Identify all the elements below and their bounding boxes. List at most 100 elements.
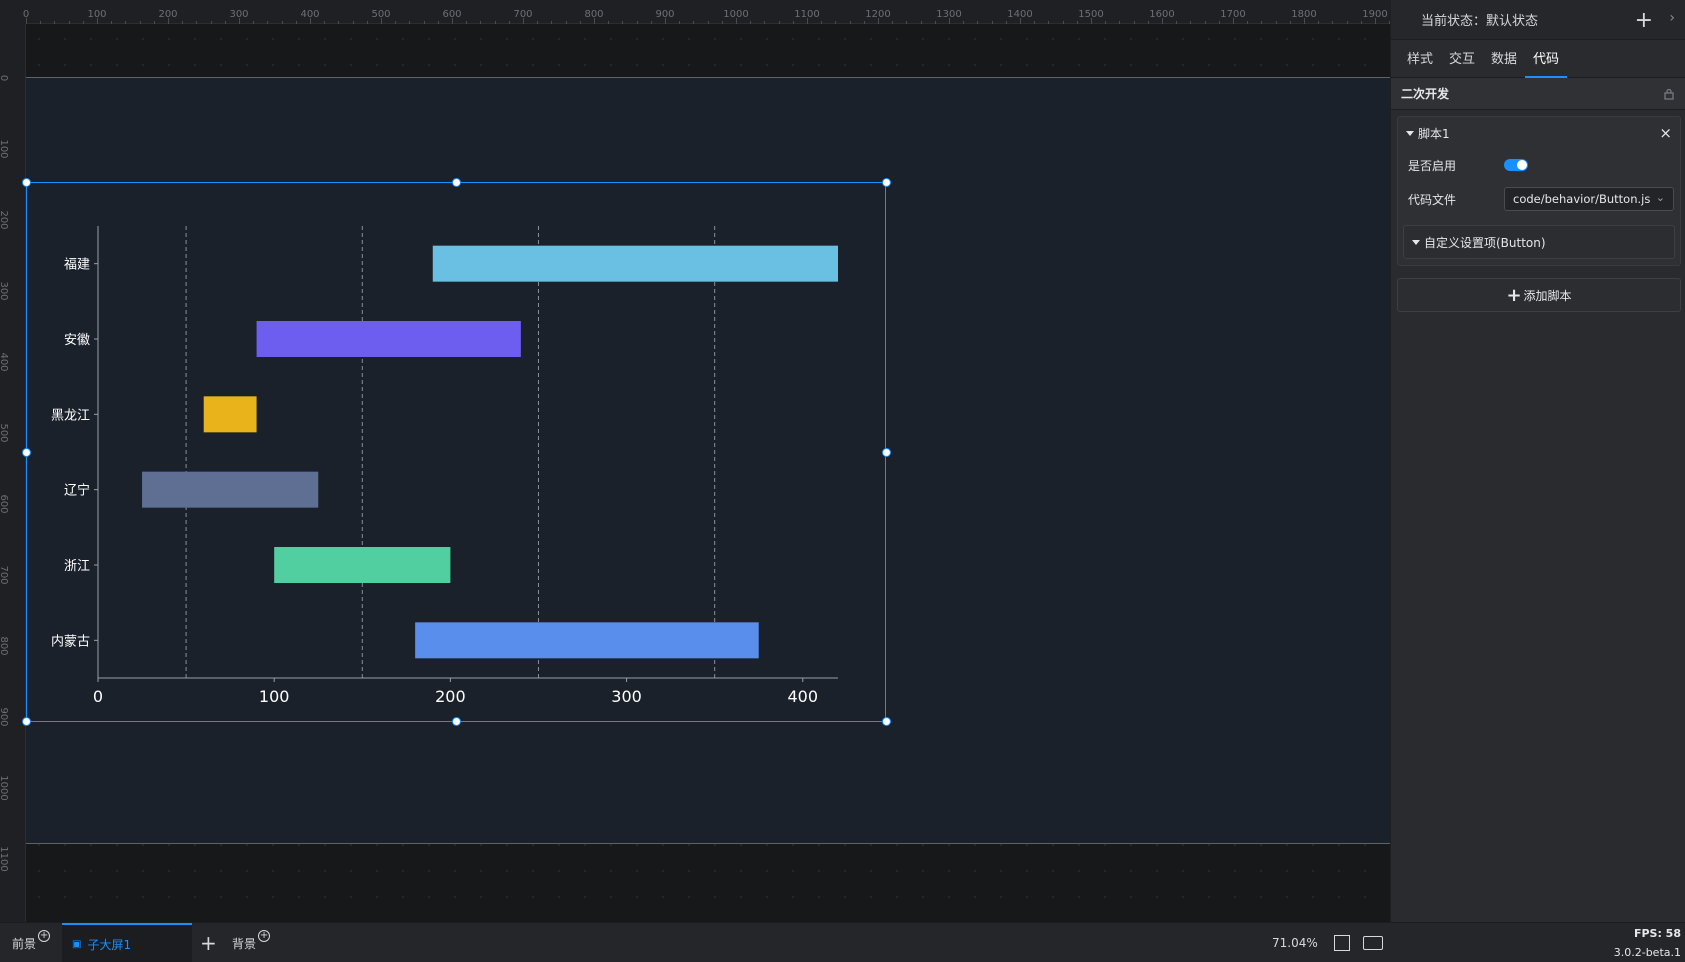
ruler-tick bbox=[764, 21, 766, 24]
ruler-tick bbox=[949, 18, 950, 24]
ruler-tick bbox=[565, 21, 567, 24]
ruler-tick bbox=[1133, 21, 1135, 24]
lock-icon[interactable] bbox=[1663, 88, 1675, 100]
add-circle-icon[interactable]: + bbox=[258, 930, 271, 942]
chevron-right-icon[interactable]: › bbox=[1669, 10, 1675, 26]
ruler-tick bbox=[920, 21, 922, 24]
ruler-tick bbox=[196, 21, 198, 24]
tab-code[interactable]: 代码 bbox=[1525, 48, 1568, 78]
ruler-tick bbox=[239, 18, 240, 24]
ruler-tick bbox=[381, 18, 382, 24]
ruler-tick bbox=[849, 21, 851, 24]
add-state-icon[interactable]: + bbox=[1635, 8, 1653, 33]
resize-handle-right[interactable] bbox=[882, 448, 891, 457]
ruler-tick bbox=[736, 18, 737, 24]
ruler-tick bbox=[395, 21, 397, 24]
ruler-tick bbox=[665, 18, 666, 24]
tab-foreground[interactable]: 前景 + bbox=[12, 923, 51, 962]
ruler-tick bbox=[878, 18, 879, 24]
ruler-tick bbox=[97, 18, 98, 24]
custom-settings-collapse[interactable]: 自定义设置项(Button) bbox=[1403, 225, 1675, 259]
tab-sub-screen[interactable]: ▣ 子大屏1 bbox=[62, 923, 192, 962]
state-label: 当前状态：默认状态 bbox=[1421, 14, 1539, 29]
ruler-tick bbox=[210, 21, 212, 24]
resize-handle-top[interactable] bbox=[452, 178, 461, 187]
add-circle-icon[interactable]: + bbox=[38, 930, 51, 942]
add-script-label: 添加脚本 bbox=[1523, 288, 1572, 303]
ruler-left-label: 200 bbox=[0, 210, 9, 230]
custom-settings-label: 自定义设置项(Button) bbox=[1424, 235, 1546, 250]
collapse-triangle-icon[interactable] bbox=[1406, 130, 1414, 136]
resize-handle-top-right[interactable] bbox=[882, 178, 891, 187]
ruler-tick bbox=[579, 21, 581, 24]
ruler-tick bbox=[466, 21, 468, 24]
ruler-tick bbox=[977, 21, 979, 24]
ruler-tick bbox=[111, 21, 113, 24]
ruler-left-label: 1100 bbox=[0, 846, 9, 872]
ruler-tick bbox=[1034, 21, 1036, 24]
ruler-tick bbox=[324, 21, 326, 24]
resize-handle-bottom[interactable] bbox=[452, 717, 461, 726]
ruler-tick bbox=[423, 21, 425, 24]
ruler-tick bbox=[1076, 21, 1078, 24]
tab-interaction[interactable]: 交互 bbox=[1441, 48, 1483, 77]
ruler-tick bbox=[1289, 21, 1291, 24]
ruler-tick bbox=[821, 21, 823, 24]
ruler-tick bbox=[1105, 21, 1107, 24]
zoom-level[interactable]: 71.04% bbox=[1272, 936, 1318, 950]
ruler-tick bbox=[452, 18, 453, 24]
resize-handle-bottom-right[interactable] bbox=[882, 717, 891, 726]
tab-data[interactable]: 数据 bbox=[1483, 48, 1525, 77]
close-icon[interactable]: × bbox=[1659, 124, 1672, 142]
ruler-tick bbox=[934, 21, 936, 24]
keyboard-icon[interactable] bbox=[1363, 936, 1383, 950]
ruler-tick bbox=[1304, 18, 1305, 24]
resize-handle-top-left[interactable] bbox=[22, 178, 31, 187]
ruler-tick bbox=[139, 21, 141, 24]
ruler-tick bbox=[26, 18, 27, 24]
add-screen-button[interactable]: + bbox=[200, 923, 217, 962]
add-script-button[interactable]: + 添加脚本 bbox=[1397, 278, 1681, 312]
code-file-select[interactable]: code/behavior/Button.js ⌄ bbox=[1504, 187, 1674, 211]
ruler-tick bbox=[551, 21, 553, 24]
resize-handle-left[interactable] bbox=[22, 448, 31, 457]
ruler-left-label: 500 bbox=[0, 423, 9, 443]
script-card-header[interactable]: 脚本1 bbox=[1398, 117, 1680, 149]
tab-sub-screen-label: 子大屏1 bbox=[87, 937, 132, 952]
ruler-tick bbox=[409, 21, 411, 24]
ruler-tick bbox=[1176, 21, 1178, 24]
tab-style[interactable]: 样式 bbox=[1399, 48, 1441, 77]
enabled-label: 是否启用 bbox=[1408, 159, 1457, 173]
state-bar[interactable]: 当前状态：默认状态 + › bbox=[1391, 0, 1685, 40]
ruler-tick bbox=[310, 18, 311, 24]
collapse-triangle-icon bbox=[1412, 239, 1420, 245]
ruler-tick bbox=[295, 21, 297, 24]
enabled-toggle[interactable] bbox=[1504, 159, 1528, 171]
properties-panel: 当前状态：默认状态 + › 样式 交互 数据 代码 二次开发 脚本1 × 是否启… bbox=[1390, 0, 1685, 922]
selection-box[interactable] bbox=[26, 182, 886, 722]
ruler-tick bbox=[1375, 18, 1376, 24]
version-label: 3.0.2-beta.1 bbox=[1613, 946, 1681, 959]
ruler-tick bbox=[679, 21, 681, 24]
ruler-tick bbox=[1204, 21, 1206, 24]
ruler-tick bbox=[721, 21, 723, 24]
ruler-tick bbox=[1091, 18, 1092, 24]
ruler-tick bbox=[906, 21, 908, 24]
ruler-tick bbox=[480, 21, 482, 24]
ruler-tick bbox=[1247, 21, 1249, 24]
ruler-tick bbox=[182, 21, 184, 24]
ruler-tick bbox=[1005, 21, 1007, 24]
ruler-tick bbox=[1360, 21, 1362, 24]
ruler-tick bbox=[253, 21, 255, 24]
ruler-left-label: 300 bbox=[0, 281, 9, 301]
code-file-value: code/behavior/Button.js bbox=[1513, 192, 1651, 206]
fit-screen-icon[interactable] bbox=[1334, 935, 1350, 951]
ruler-tick bbox=[153, 21, 155, 24]
ruler-tick bbox=[693, 21, 695, 24]
ruler-tick bbox=[523, 18, 524, 24]
editor-canvas[interactable]: 0 100 200 300 400 500 600 700 800 900 1000 1100 1200… bbox=[0, 0, 1390, 922]
ruler-tick bbox=[54, 21, 56, 24]
resize-handle-bottom-left[interactable] bbox=[22, 717, 31, 726]
tab-background[interactable]: 背景 + bbox=[232, 923, 271, 962]
script-card: 脚本1 × 是否启用 代码文件 code/behavior/Button.js … bbox=[1397, 116, 1681, 266]
